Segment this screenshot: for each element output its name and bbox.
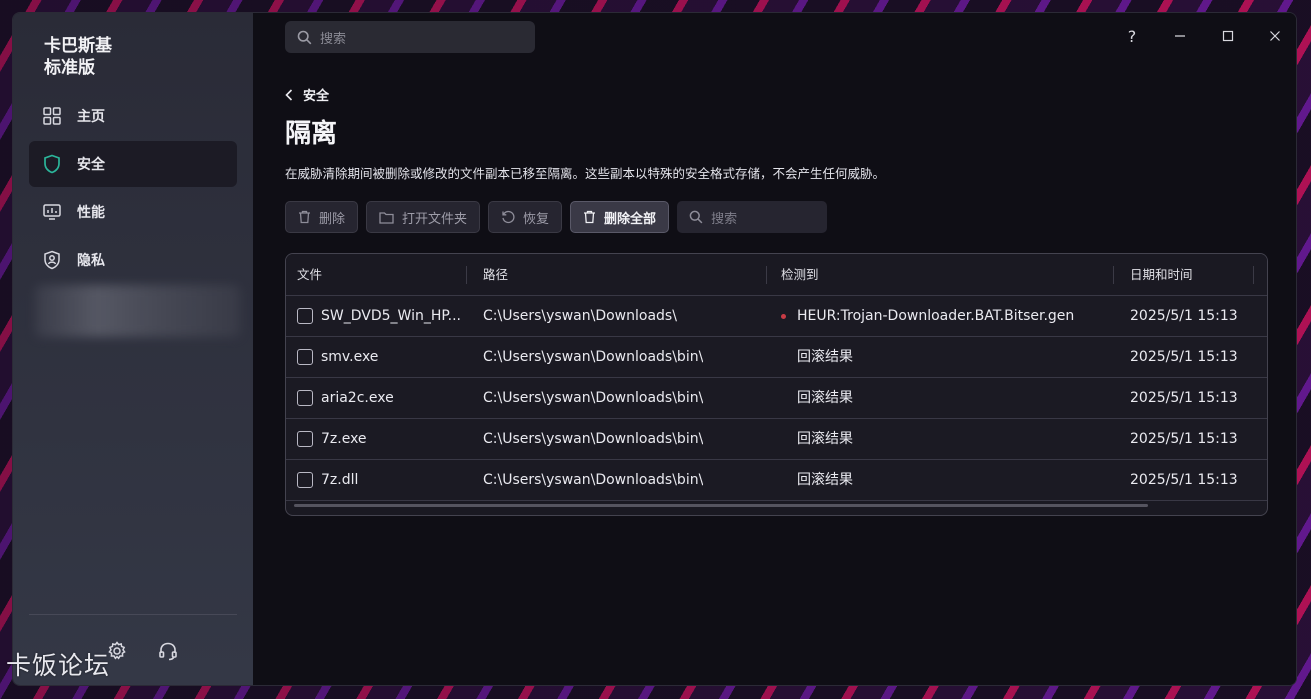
datetime-cell: 2025/5/1 15:13	[1130, 390, 1238, 406]
search-icon	[689, 210, 703, 224]
open-folder-label: 打开文件夹	[402, 211, 468, 227]
open-folder-button[interactable]: 打开文件夹	[366, 201, 481, 233]
blurred-account-area	[35, 285, 240, 337]
column-header-datetime[interactable]: 日期和时间	[1130, 254, 1193, 296]
sidebar-item-label: 性能	[77, 205, 105, 221]
monitor-icon	[43, 203, 61, 221]
delete-all-label: 删除全部	[604, 211, 657, 227]
sidebar-item-label: 主页	[77, 109, 105, 125]
path-cell: C:\Users\yswan\Downloads\	[483, 308, 677, 324]
restore-button[interactable]: 恢复	[488, 201, 563, 233]
quarantine-search-input[interactable]: 搜索	[677, 201, 828, 233]
table-row[interactable]: SW_DVD5_Win_HP... C:\Users\yswan\Downloa…	[286, 296, 1267, 337]
minimize-button[interactable]	[1169, 25, 1191, 47]
search-placeholder: 搜索	[320, 31, 347, 47]
column-header-detected[interactable]: 检测到	[781, 254, 819, 296]
privacy-shield-icon	[43, 250, 61, 270]
trash-icon	[583, 210, 596, 224]
maximize-icon	[1222, 30, 1234, 42]
table-row[interactable]: aria2c.exe C:\Users\yswan\Downloads\bin\…	[286, 378, 1267, 419]
table-header: 文件 路径 检测到 日期和时间	[286, 254, 1267, 296]
table-row[interactable]: 7z.exe C:\Users\yswan\Downloads\bin\ 回滚结…	[286, 419, 1267, 460]
sidebar-item-performance[interactable]: 性能	[29, 189, 237, 235]
detected-cell: 回滚结果	[797, 390, 853, 406]
datetime-cell: 2025/5/1 15:13	[1130, 431, 1238, 447]
detected-cell: 回滚结果	[797, 431, 853, 447]
row-checkbox[interactable]	[297, 308, 313, 324]
datetime-cell: 2025/5/1 15:13	[1130, 349, 1238, 365]
home-grid-icon	[43, 107, 61, 125]
sidebar-item-privacy[interactable]: 隐私	[29, 237, 237, 283]
close-icon	[1270, 31, 1280, 41]
minimize-icon	[1175, 35, 1185, 37]
app-brand: 卡巴斯基 标准版	[44, 35, 112, 79]
row-checkbox[interactable]	[297, 431, 313, 447]
page-description: 在威胁清除期间被删除或修改的文件副本已移至隔离。这些副本以特殊的安全格式存储，不…	[285, 166, 886, 181]
global-search-input[interactable]: 搜索	[285, 21, 535, 53]
headset-icon[interactable]	[157, 640, 179, 662]
table-row[interactable]: smv.exe C:\Users\yswan\Downloads\bin\ 回滚…	[286, 337, 1267, 378]
maximize-button[interactable]	[1217, 25, 1239, 47]
file-name-cell: 7z.exe	[321, 431, 367, 447]
sidebar-item-label: 隐私	[77, 253, 105, 269]
app-window: 卡巴斯基 标准版 主页 安全 性能 隐私 搜索 ? 安全 隔离 在威胁清除期间被…	[12, 12, 1297, 686]
main-content: 搜索 ? 安全 隔离 在威胁清除期间被删除或修改的文件副本已移至隔离。这些副本以…	[253, 13, 1296, 685]
table-row[interactable]: 7z.dll C:\Users\yswan\Downloads\bin\ 回滚结…	[286, 460, 1267, 501]
path-cell: C:\Users\yswan\Downloads\bin\	[483, 431, 704, 447]
file-name-cell: smv.exe	[321, 349, 379, 365]
detected-cell: 回滚结果	[797, 472, 853, 488]
sidebar-item-home[interactable]: 主页	[29, 93, 237, 139]
brand-edition: 标准版	[44, 58, 95, 78]
datetime-cell: 2025/5/1 15:13	[1130, 472, 1238, 488]
file-name-cell: SW_DVD5_Win_HP...	[321, 308, 461, 324]
row-checkbox[interactable]	[297, 472, 313, 488]
column-header-file[interactable]: 文件	[297, 254, 322, 296]
path-cell: C:\Users\yswan\Downloads\bin\	[483, 472, 704, 488]
path-cell: C:\Users\yswan\Downloads\bin\	[483, 349, 704, 365]
row-checkbox[interactable]	[297, 390, 313, 406]
delete-label: 删除	[319, 211, 346, 227]
detected-cell: 回滚结果	[797, 349, 853, 365]
help-icon: ?	[1127, 26, 1137, 46]
sidebar-item-security[interactable]: 安全	[29, 141, 237, 187]
datetime-cell: 2025/5/1 15:13	[1130, 308, 1238, 324]
shield-icon	[43, 154, 61, 174]
horizontal-scrollbar[interactable]	[294, 504, 1148, 507]
sidebar: 卡巴斯基 标准版 主页 安全 性能 隐私	[13, 13, 253, 685]
delete-all-button[interactable]: 删除全部	[570, 201, 670, 233]
restore-label: 恢复	[523, 211, 550, 227]
back-label: 安全	[303, 89, 330, 104]
chevron-left-icon	[285, 88, 293, 101]
path-cell: C:\Users\yswan\Downloads\bin\	[483, 390, 704, 406]
column-resizer[interactable]	[1253, 266, 1254, 284]
file-name-cell: 7z.dll	[321, 472, 359, 488]
search-icon	[297, 30, 312, 45]
threat-indicator-dot	[781, 314, 786, 319]
brand-name: 卡巴斯基	[44, 36, 112, 56]
forum-watermark: 卡饭论坛	[6, 651, 111, 680]
restore-icon	[501, 210, 515, 224]
row-checkbox[interactable]	[297, 349, 313, 365]
column-resizer[interactable]	[466, 266, 467, 284]
folder-icon	[379, 211, 394, 224]
detected-cell: HEUR:Trojan-Downloader.BAT.Bitser.gen	[797, 308, 1075, 324]
column-header-path[interactable]: 路径	[483, 254, 508, 296]
delete-button[interactable]: 删除	[285, 201, 359, 233]
trash-icon	[298, 210, 311, 224]
file-name-cell: aria2c.exe	[321, 390, 394, 406]
column-resizer[interactable]	[766, 266, 767, 284]
back-link[interactable]: 安全	[285, 85, 329, 104]
toolbar: 删除 打开文件夹 恢复 删除全部 搜索	[285, 201, 828, 233]
search-placeholder: 搜索	[711, 211, 738, 227]
page-title: 隔离	[285, 119, 338, 149]
close-button[interactable]	[1264, 25, 1286, 47]
column-resizer[interactable]	[1113, 266, 1114, 284]
quarantine-table: 文件 路径 检测到 日期和时间 SW_DVD5_Win_HP... C:\Use…	[285, 253, 1268, 516]
sidebar-item-label: 安全	[77, 157, 105, 173]
sidebar-divider	[29, 614, 237, 615]
help-button[interactable]: ?	[1121, 25, 1143, 47]
